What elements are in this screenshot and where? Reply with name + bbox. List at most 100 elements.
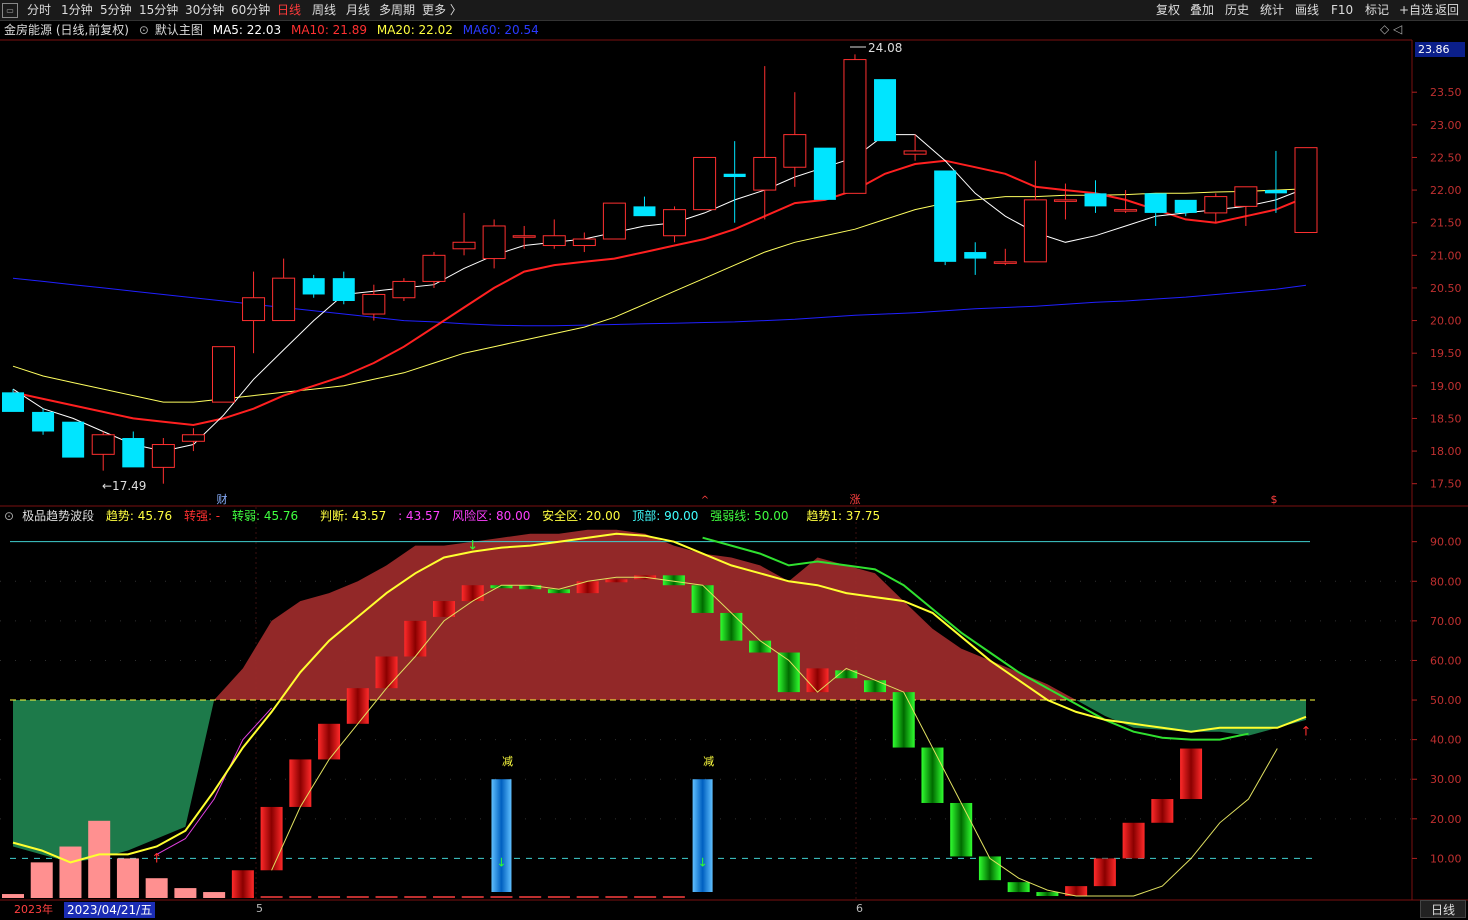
cai-marker: 财 [217, 492, 228, 506]
trend-bar [1093, 858, 1116, 887]
trend-bar [864, 680, 886, 693]
price-tick-label: 23.00 [1430, 119, 1462, 132]
candle-body [242, 297, 266, 322]
ind-tick-label: 70.00 [1430, 615, 1462, 628]
pink-bar [30, 862, 53, 898]
candle-body [482, 225, 506, 260]
ind-tick-label: 60.00 [1430, 654, 1462, 667]
pink-bar [203, 892, 226, 898]
pink-bar [174, 888, 197, 898]
candle-body [663, 209, 687, 237]
high-price-label: 24.08 [868, 41, 902, 55]
candle-body [1023, 199, 1047, 263]
baseline-tick [634, 896, 657, 899]
candle-body [422, 254, 446, 282]
baseline-tick [289, 896, 312, 899]
candle-body [332, 278, 355, 301]
down-arrow-marker: ↓ [496, 855, 506, 869]
baseline-tick [662, 896, 685, 899]
trend-bar [231, 870, 254, 898]
trend-bar [1122, 822, 1145, 859]
candle-body [723, 173, 746, 178]
month-tick-6: 6 [856, 902, 863, 915]
price-tick-label: 21.00 [1430, 249, 1462, 262]
candle-body [602, 202, 626, 240]
ind-tick-label: 50.00 [1430, 694, 1462, 707]
candle-body [122, 438, 145, 468]
candle-body [783, 134, 807, 168]
baseline-tick [433, 896, 455, 899]
candle-body [542, 235, 566, 247]
candle-body [362, 293, 386, 315]
trend-bar [605, 579, 628, 583]
candle-body [512, 235, 536, 238]
pink-bar [88, 820, 111, 898]
price-tick-label: 18.50 [1430, 412, 1462, 425]
ind-tick-label: 30.00 [1430, 773, 1462, 786]
jian-marker: 减 [703, 755, 714, 768]
candle-body [633, 206, 656, 217]
month-tick-5: 5 [256, 902, 263, 915]
baseline-tick [605, 896, 628, 899]
price-tick-label: 23.50 [1430, 86, 1462, 99]
trend-bar [950, 802, 973, 857]
ind-tick-label: 10.00 [1430, 852, 1462, 865]
ma5-line [12, 134, 1307, 452]
trend-bar [749, 640, 772, 653]
baseline-tick [547, 896, 570, 899]
baseline-tick [490, 896, 513, 899]
price-tick-label: 21.50 [1430, 217, 1462, 230]
blue-bar [491, 779, 512, 892]
candle-body [843, 59, 867, 194]
baseline-tick [346, 896, 369, 899]
candle-body [753, 156, 777, 191]
price-tick-label: 20.50 [1430, 282, 1462, 295]
baseline-tick [461, 896, 484, 899]
zhang-marker: 涨 [850, 493, 861, 506]
candle-body [1174, 199, 1197, 213]
price-tick-label: 20.00 [1430, 315, 1462, 328]
price-tick-label: 19.50 [1430, 347, 1462, 360]
price-tick-label: 18.00 [1430, 445, 1462, 458]
low-price-label: ←17.49 [102, 479, 146, 493]
chart-svg: 17.50 18.00 18.50 19.00 19.50 20.00 20.50 21.00… [0, 39, 1468, 901]
down-arrow-marker: ↓ [698, 855, 708, 869]
candle-body [392, 280, 416, 299]
candle-body [813, 147, 836, 200]
trend-bar [1151, 799, 1174, 823]
candle-body [964, 252, 987, 259]
candle-body [1264, 190, 1287, 194]
blue-bar [692, 779, 713, 892]
candle-body [181, 434, 205, 442]
trend-bar [806, 668, 829, 693]
trend-bar [691, 585, 714, 613]
candle-body [993, 261, 1017, 264]
up-arrow-marker: ↑ [1301, 725, 1312, 740]
pink-bar [145, 878, 168, 898]
a-marker: ^ [701, 495, 709, 506]
ind-tick-label: 90.00 [1430, 536, 1462, 549]
trend-bar [720, 612, 743, 641]
candle-body [693, 156, 717, 211]
period-rixian-button[interactable]: 日线 [1420, 900, 1466, 918]
trend-bar [318, 723, 341, 760]
baseline-tick [576, 896, 599, 899]
candle-body [1204, 196, 1228, 214]
trend-bar [892, 692, 915, 748]
year-label: 2023年 [14, 903, 53, 916]
candle-body [151, 444, 175, 468]
ind-tick-label: 40.00 [1430, 734, 1462, 747]
trend-bar [1036, 892, 1059, 897]
price-tick-label: 22.50 [1430, 151, 1462, 164]
trend-bar [1180, 748, 1203, 800]
candle-body [2, 392, 24, 412]
jian-marker: 减 [502, 755, 513, 768]
ma10-line [12, 159, 1307, 427]
candle-body [32, 411, 55, 432]
candle-body [903, 150, 927, 155]
candle-body [874, 79, 897, 142]
trend-bar [433, 601, 455, 617]
candle-body [1234, 186, 1258, 207]
pink-bar [2, 894, 24, 898]
candle-body [91, 434, 115, 455]
